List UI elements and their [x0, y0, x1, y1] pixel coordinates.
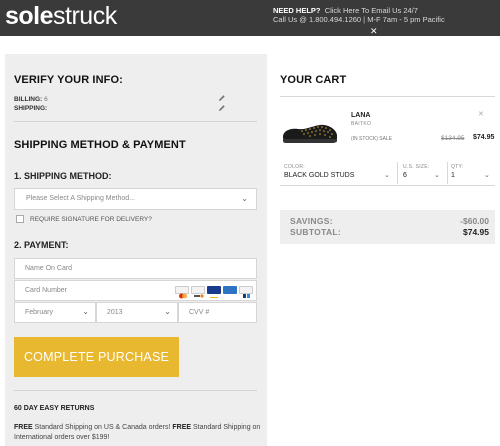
help-label: NEED HELP? — [273, 6, 321, 15]
card-number-placeholder: Card Number — [25, 287, 68, 294]
complete-purchase-button[interactable]: COMPLETE PURCHASE — [14, 337, 179, 377]
signature-label: REQUIRE SIGNATURE FOR DELIVERY? — [30, 216, 152, 223]
visa-icon — [207, 286, 221, 298]
logo[interactable]: solestruck — [5, 2, 117, 30]
product-brand: BAITKO — [351, 121, 372, 127]
top-bar: solestruck NEED HELP? Click Here To Emai… — [0, 0, 500, 36]
chevron-down-icon: ⌄ — [241, 194, 248, 203]
card-brands — [175, 286, 253, 299]
divider — [397, 162, 398, 184]
edit-shipping-icon[interactable] — [218, 104, 226, 112]
expiry-month-value: February — [25, 309, 54, 316]
cart-totals: SAVINGS: -$60.00 SUBTOTAL: $74.95 — [280, 210, 495, 244]
shipping-payment-title: SHIPPING METHOD & PAYMENT — [14, 139, 186, 151]
shipping-method-placeholder: Please Select A Shipping Method... — [26, 195, 135, 202]
cvv-placeholder: CVV # — [189, 309, 210, 316]
sale-price: $74.95 — [473, 134, 495, 141]
size-select-value[interactable]: 6 — [403, 172, 407, 179]
cvv-input[interactable]: CVV # — [178, 302, 257, 323]
name-on-card-input[interactable]: Name On Card — [14, 258, 257, 279]
billing-value: 6 — [44, 96, 48, 103]
email-link[interactable]: Click Here To Email Us 24/7 — [325, 6, 418, 15]
original-price: $134.95 — [441, 135, 465, 142]
name-on-card-placeholder: Name On Card — [25, 265, 73, 272]
free-shipping-text: FREE Standard Shipping on US & Canada or… — [14, 424, 261, 441]
payment-title: 2. PAYMENT: — [14, 240, 69, 250]
phone-text: Call Us @ 1.800.494.1260 | M-F 7am - 5 p… — [273, 15, 445, 24]
shipping-method-title: 1. SHIPPING METHOD: — [14, 171, 112, 181]
checkout-panel: VERIFY YOUR INFO: BILLING: 6 SHIPPING: SH… — [5, 54, 267, 446]
help-text: NEED HELP? Click Here To Email Us 24/7 C… — [273, 6, 445, 24]
qty-select-value[interactable]: 1 — [451, 172, 455, 179]
paypal-icon — [239, 286, 253, 298]
chevron-down-icon[interactable]: ⌄ — [484, 171, 490, 179]
savings-label: SAVINGS: — [290, 216, 333, 226]
mastercard-icon — [175, 286, 189, 299]
chevron-down-icon: ⌄ — [164, 307, 171, 316]
subtotal-label: SUBTOTAL: — [290, 227, 342, 237]
expiry-year-value: 2013 — [107, 309, 123, 316]
stock-status: (IN STOCK) SALE — [351, 136, 393, 142]
divider — [14, 390, 257, 391]
chevron-down-icon[interactable]: ⌄ — [384, 171, 390, 179]
divider — [447, 162, 448, 184]
expiry-month-select[interactable]: February ⌄ — [14, 302, 96, 323]
chevron-down-icon[interactable]: ⌄ — [434, 171, 440, 179]
product-image[interactable] — [280, 116, 340, 146]
expiry-year-select[interactable]: 2013 ⌄ — [96, 302, 178, 323]
shipping-label: SHIPPING: — [14, 105, 48, 112]
shipping-method-select[interactable]: Please Select A Shipping Method... ⌄ — [14, 188, 257, 210]
qty-label: QTY: — [451, 164, 464, 170]
verify-title: VERIFY YOUR INFO: — [14, 74, 123, 86]
edit-billing-icon[interactable] — [218, 94, 226, 102]
product-name[interactable]: LANA — [351, 112, 370, 119]
color-label: COLOR: — [284, 164, 305, 170]
remove-item-icon[interactable]: ✕ — [478, 110, 484, 118]
divider — [280, 185, 495, 186]
discover-icon — [191, 286, 205, 298]
close-icon[interactable]: ✕ — [370, 27, 378, 36]
divider — [14, 121, 257, 122]
color-select-value[interactable]: BLACK GOLD STUDS — [284, 172, 354, 179]
billing-label: BILLING: — [14, 96, 43, 103]
shipping-row: SHIPPING: — [14, 105, 47, 112]
amex-icon — [223, 286, 237, 296]
billing-row: BILLING: 6 — [14, 96, 48, 103]
signature-checkbox[interactable] — [16, 215, 24, 223]
divider — [280, 96, 495, 97]
size-label: U.S. SIZE: — [403, 164, 430, 170]
cart-title: YOUR CART — [280, 74, 347, 86]
subtotal-value: $74.95 — [463, 227, 489, 237]
returns-title: 60 DAY EASY RETURNS — [14, 405, 95, 412]
card-number-input[interactable]: Card Number — [14, 280, 257, 301]
savings-value: -$60.00 — [460, 216, 489, 226]
chevron-down-icon: ⌄ — [82, 307, 89, 316]
